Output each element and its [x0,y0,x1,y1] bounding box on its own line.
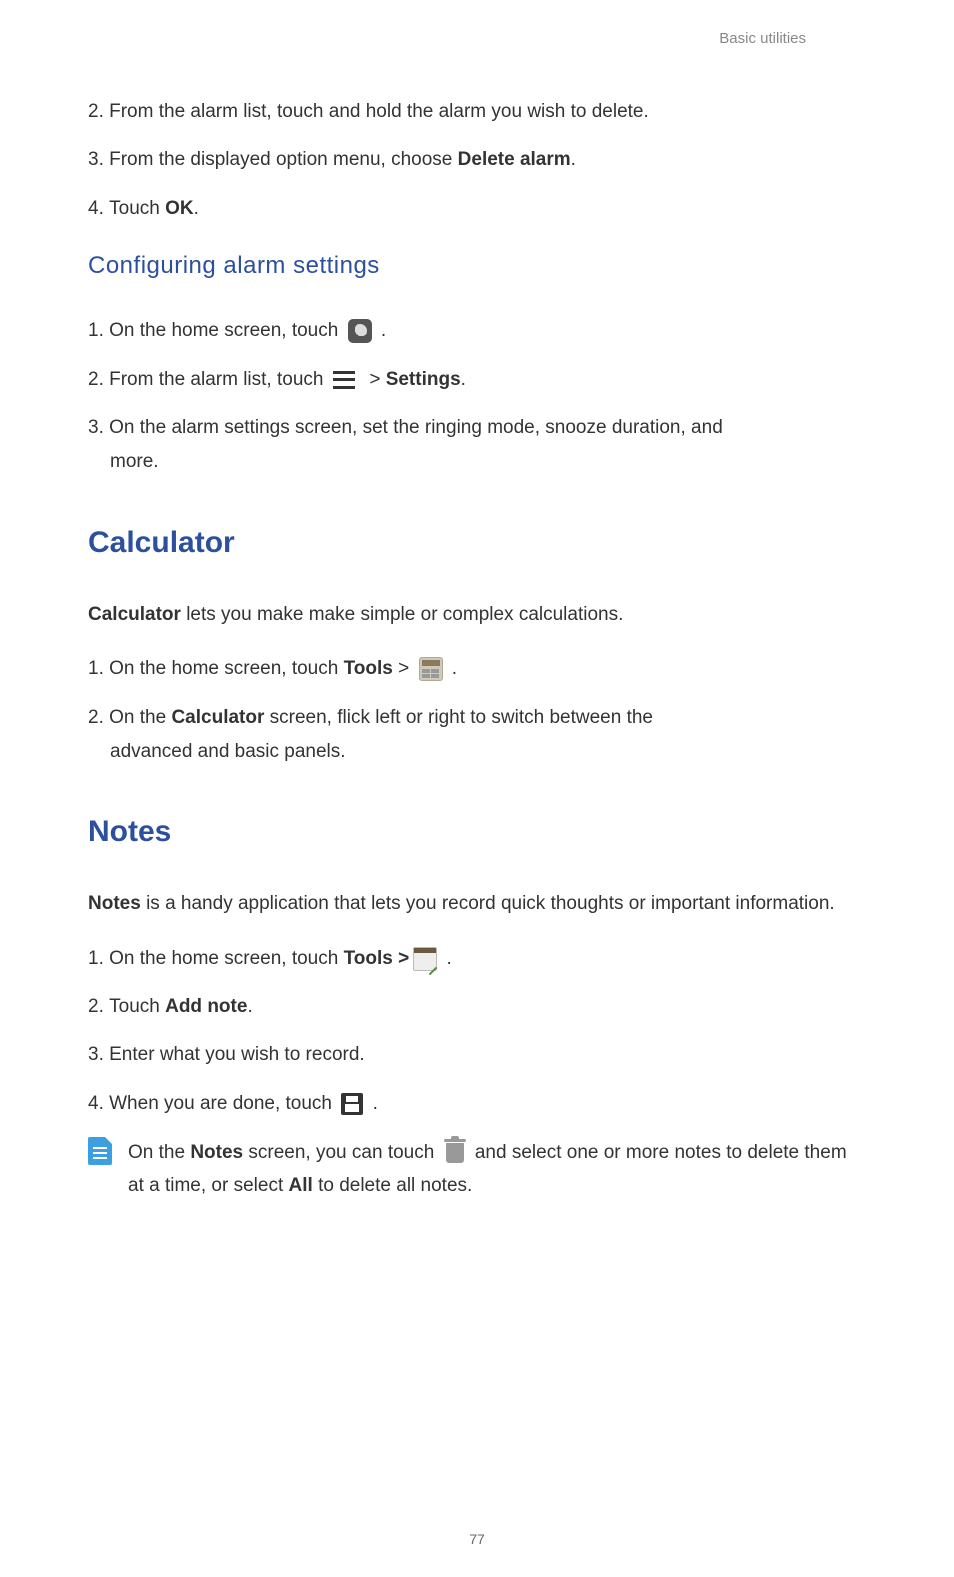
configuring-step-3: 3. On the alarm settings screen, set the… [88,413,866,443]
configuring-step-3-cont: more. [88,447,866,477]
calculator-step-1: 1. On the home screen, touch Tools > . [88,654,866,684]
notes-intro: Notes is a handy application that lets y… [88,889,866,919]
configuring-heading: Configuring alarm settings [88,252,866,280]
save-icon [341,1093,363,1115]
delete-alarm-step-4: 4. Touch OK . [88,194,866,224]
page-number: 77 [0,1531,954,1547]
note-tip-icon [88,1137,112,1165]
configuring-step-2: 2. From the alarm list, touch > Settings… [88,365,866,395]
notepad-icon [413,947,437,971]
notes-step-4: 4. When you are done, touch . [88,1089,866,1119]
trash-icon [446,1143,464,1163]
notes-heading: Notes [88,815,866,849]
header-section-label: Basic utilities [88,30,866,47]
delete-alarm-step-2: 2. From the alarm list, touch and hold t… [88,97,866,127]
calculator-heading: Calculator [88,526,866,560]
notes-step-3: 3. Enter what you wish to record. [88,1040,866,1070]
clock-icon [348,319,372,343]
calculator-step-2: 2. On the Calculator screen, flick left … [88,703,866,733]
calculator-intro: Calculator lets you make make simple or … [88,600,866,630]
calculator-step-2-cont: advanced and basic panels. [88,737,866,767]
configuring-step-1: 1. On the home screen, touch . [88,316,866,346]
delete-alarm-step-3: 3. From the displayed option menu, choos… [88,145,866,175]
menu-icon [333,371,355,389]
notes-tip-content: On the Notes screen, you can touch and s… [128,1137,866,1202]
calculator-icon [419,657,443,681]
notes-step-2: 2. Touch Add note . [88,992,866,1022]
notes-tip-block: On the Notes screen, you can touch and s… [88,1137,866,1202]
notes-step-1: 1. On the home screen, touch Tools > . [88,944,866,974]
